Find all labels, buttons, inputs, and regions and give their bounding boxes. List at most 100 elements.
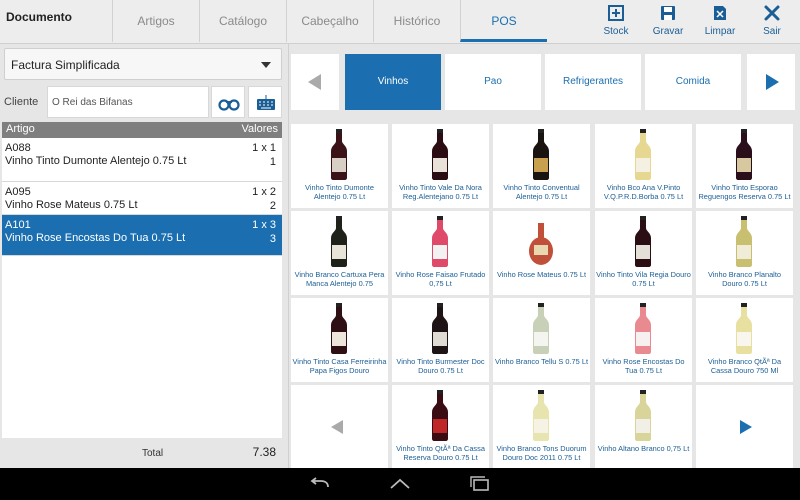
product-tile[interactable]: Vinho Tinto QtÃª Da Cassa Reserva Douro … [392,385,489,469]
category-next-button[interactable] [747,54,795,110]
product-name: Vinho Branco Cartuxa Pera Manca Alentejo… [294,270,385,288]
product-tile[interactable]: Vinho Rose Encostas Do Tua 0.75 Lt [595,298,692,382]
product-name: Vinho Tinto Esporao Reguengos Reserva 0.… [698,183,791,201]
product-name: Vinho Tinto Casa Ferreirinha Papa Figos … [292,357,387,375]
table-row[interactable]: A088 Vinho Tinto Dumonte Alentejo 0.75 L… [2,138,282,182]
total-row: Total 7.38 [0,442,288,466]
table-header: Artigo Valores [2,122,282,138]
category-vinhos[interactable]: Vinhos [345,54,441,110]
wine-bottle-image [432,216,448,267]
wine-bottle-image [635,129,651,180]
product-name: Vinho Branco Planalto Douro 0.75 Lt [707,270,781,288]
product-tile[interactable]: Vinho Tinto Vale Da Nora Reg.Alentejano … [392,124,489,208]
wine-bottle-image [432,390,448,441]
product-prev-page-button[interactable] [291,385,388,469]
tab-catalogo[interactable]: Catálogo [199,0,286,42]
product-name: Vinho Tinto Dumonte Alentejo 0.75 Lt [305,183,374,201]
wine-bottle-image [736,129,752,180]
exit-label: Sair [763,26,781,37]
client-label: Cliente [4,96,39,108]
wine-bottle-image [736,216,752,267]
wine-bottle-image [635,216,651,267]
row-value: 2 [269,200,276,212]
toolbar-actions: Stock Gravar Limpar Sair [590,0,798,44]
wine-bottle-image [635,303,651,354]
row-quantity: 1 x 3 [252,219,276,231]
stock-label: Stock [603,26,629,37]
wine-bottle-image [533,390,549,441]
tab-historico[interactable]: Histórico [373,0,460,42]
category-refrigerantes[interactable]: Refrigerantes [545,54,641,110]
table-row[interactable]: A095 Vinho Rose Mateus 0.75 Lt 1 x 2 2 [2,182,282,215]
product-tile[interactable]: Vinho Tinto Dumonte Alentejo 0.75 Lt [291,124,388,208]
product-tile[interactable]: Vinho Branco QtÃª Da Cassa Douro 750 Ml [696,298,793,382]
save-label: Gravar [652,26,684,37]
clear-icon [694,4,746,26]
category-comida[interactable]: Comida [645,54,741,110]
product-name: Vinho Altano Branco 0,75 Lt [597,444,690,453]
keyboard-icon [257,95,275,110]
product-tile[interactable]: Vinho Branco Cartuxa Pera Manca Alentejo… [291,211,388,295]
wine-bottle-image [331,129,347,180]
product-tile[interactable]: Vinho Rose Faisao Frutado 0,75 Lt [392,211,489,295]
row-value: 3 [269,233,276,245]
product-tile[interactable]: Vinho Tinto Casa Ferreirinha Papa Figos … [291,298,388,382]
product-name: Vinho Branco Tellu S 0.75 Lt [495,357,588,366]
wine-bottle-image [736,303,752,354]
client-search-button[interactable] [211,86,245,118]
document-type-select[interactable]: Factura Simplificada [4,48,282,80]
client-field[interactable]: O Rei das Bifanas [47,86,209,118]
save-button[interactable]: Gravar [642,0,694,44]
row-code: A095 [5,186,31,198]
tab-artigos[interactable]: Artigos [112,0,199,42]
exit-button[interactable]: Sair [746,0,798,44]
document-lines-table: Artigo Valores A088 Vinho Tinto Dumonte … [2,122,282,438]
clear-button[interactable]: Limpar [694,0,746,44]
product-name: Vinho Branco QtÃª Da Cassa Douro 750 Ml [707,357,782,375]
binoculars-icon [218,99,240,111]
product-name: Vinho Tinto QtÃª Da Cassa Reserva Douro … [396,444,485,462]
column-header-article: Artigo [6,123,35,135]
stock-icon [590,4,642,26]
product-next-page-button[interactable] [696,385,793,469]
category-pao[interactable]: Pao [445,54,541,110]
category-strip: Vinhos Pao Refrigerantes Comida [289,54,800,110]
row-value: 1 [269,156,276,168]
recents-icon[interactable] [468,476,492,492]
row-quantity: 1 x 2 [252,186,276,198]
product-tile[interactable]: Vinho Bco Ana V.Pinto V.Q.P.R.D.Borba 0.… [595,124,692,208]
row-code: A101 [5,219,31,231]
home-icon[interactable] [388,476,412,492]
stock-button[interactable]: Stock [590,0,642,44]
row-quantity: 1 x 1 [252,142,276,154]
product-name: Vinho Bco Ana V.Pinto V.Q.P.R.D.Borba 0.… [603,183,684,201]
category-prev-button[interactable] [291,54,339,110]
total-label: Total [142,448,164,459]
back-icon[interactable] [308,476,332,492]
row-description: Vinho Rose Encostas Do Tua 0.75 Lt [5,232,186,244]
product-tile[interactable]: Vinho Branco Planalto Douro 0.75 Lt [696,211,793,295]
wine-bottle-image [533,129,549,180]
product-tile[interactable]: Vinho Tinto Conventual Alentejo 0.75 Lt [493,124,590,208]
product-tile[interactable]: Vinho Altano Branco 0,75 Lt [595,385,692,469]
chevron-right-icon [740,420,752,434]
product-tile[interactable]: Vinho Tinto Esporao Reguengos Reserva 0.… [696,124,793,208]
row-description: Vinho Rose Mateus 0.75 Lt [5,199,138,211]
keyboard-button[interactable] [248,86,282,118]
row-description: Vinho Tinto Dumonte Alentejo 0.75 Lt [5,155,187,167]
product-name: Vinho Rose Mateus 0.75 Lt [496,270,587,279]
product-tile[interactable]: Vinho Tinto Vila Regia Douro 0.75 Lt [595,211,692,295]
row-code: A088 [5,142,31,154]
product-tile[interactable]: Vinho Tinto Burmester Doc Douro 0.75 Lt [392,298,489,382]
tab-pos[interactable]: POS [460,0,547,42]
wine-bottle-image [635,390,651,441]
product-tile[interactable]: Vinho Branco Tons Duorum Douro Doc 2011 … [493,385,590,469]
product-tile[interactable]: Vinho Branco Tellu S 0.75 Lt [493,298,590,382]
tab-cabecalho[interactable]: Cabeçalho [286,0,373,42]
wine-bottle-image [432,303,448,354]
page-title: Documento [6,10,72,24]
product-tile[interactable]: Vinho Rose Mateus 0.75 Lt [493,211,590,295]
table-row-selected[interactable]: A101 Vinho Rose Encostas Do Tua 0.75 Lt … [2,215,282,256]
wine-bottle-image [432,129,448,180]
top-bar: Documento Artigos Catálogo Cabeçalho His… [0,0,800,44]
